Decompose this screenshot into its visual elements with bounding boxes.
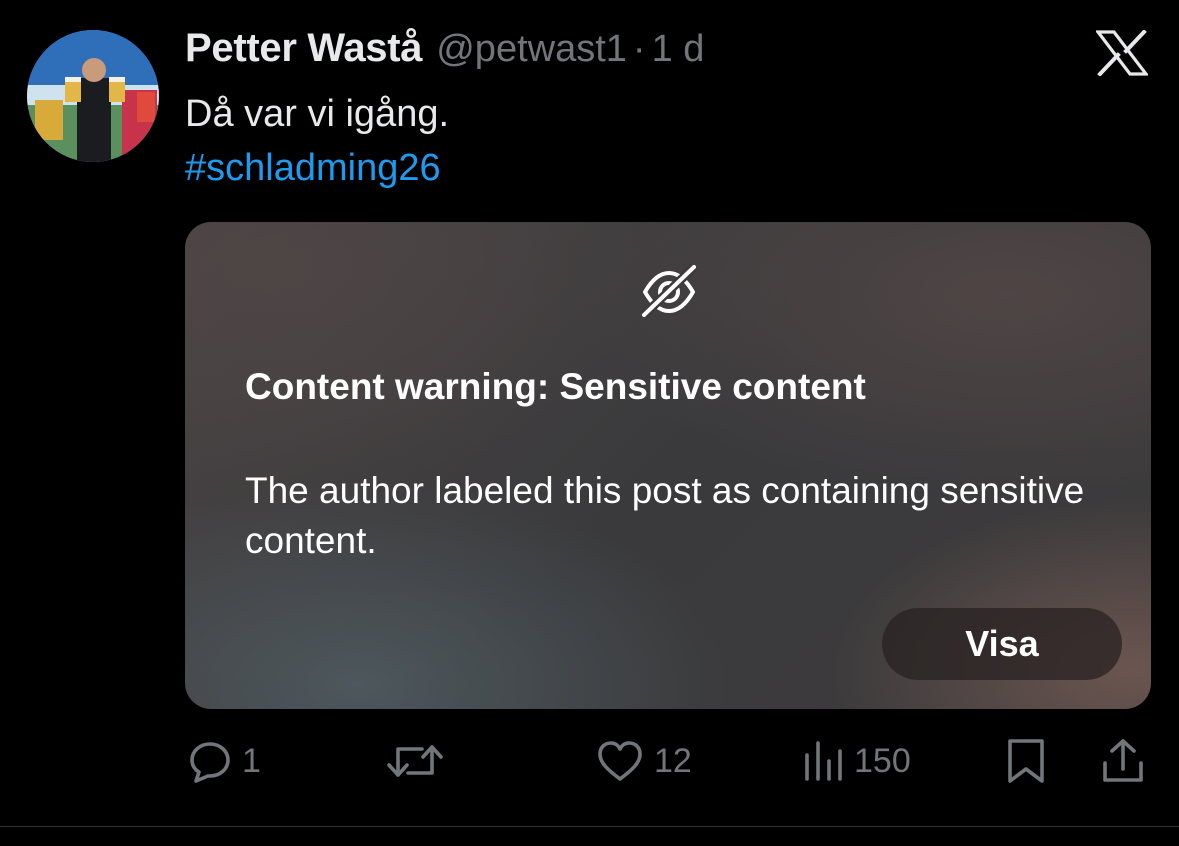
like-count: 12 — [654, 741, 692, 780]
x-logo-icon — [1096, 30, 1148, 76]
views-chart-icon — [805, 741, 842, 781]
like-button[interactable]: 12 — [596, 736, 692, 786]
show-content-button[interactable]: Visa — [882, 608, 1122, 680]
bookmark-button[interactable] — [1004, 736, 1048, 786]
eye-slash-icon — [640, 263, 698, 318]
repost-button[interactable] — [386, 736, 454, 786]
tweet-header: Petter Wastå @petwast1 · 1 d — [185, 26, 704, 76]
hashtag-link[interactable]: #schladming26 — [185, 142, 441, 194]
bookmark-icon — [1008, 739, 1044, 783]
heart-icon — [598, 741, 642, 781]
author-display-name[interactable]: Petter Wastå — [185, 26, 423, 71]
content-warning-body: The author labeled this post as containi… — [245, 470, 1085, 561]
repost-icon — [387, 745, 443, 777]
tweet-text: Då var vi igång. — [185, 93, 450, 135]
sensitive-media-card: Content warning: Sensitive content The a… — [185, 222, 1151, 709]
reply-icon — [190, 742, 230, 783]
avatar-image — [27, 30, 159, 162]
reply-button[interactable]: 1 — [188, 736, 261, 786]
avatar[interactable] — [27, 30, 159, 162]
tweet-card[interactable]: Petter Wastå @petwast1 · 1 d Då var vi i… — [0, 0, 1179, 826]
separator-dot: · — [632, 28, 646, 70]
view-count: 150 — [854, 741, 911, 780]
share-button[interactable] — [1100, 736, 1146, 786]
content-warning-title: Content warning: Sensitive content — [245, 366, 866, 407]
views-button[interactable]: 150 — [802, 736, 911, 786]
author-handle[interactable]: @petwast1 — [436, 28, 627, 71]
share-icon — [1103, 739, 1143, 782]
post-timestamp[interactable]: 1 d — [652, 28, 705, 71]
bottom-divider — [0, 826, 1179, 827]
reply-count: 1 — [242, 741, 261, 780]
